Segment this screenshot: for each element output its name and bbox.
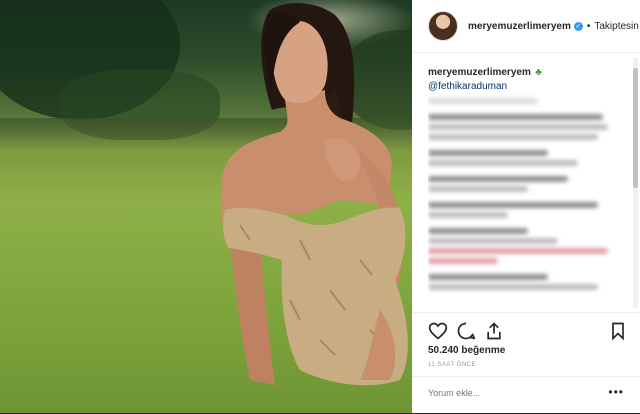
add-comment-bar: •••: [412, 376, 640, 414]
caption-username[interactable]: meryemuzerlimeryem: [428, 67, 531, 78]
comment-icon[interactable]: [456, 321, 476, 341]
woman-figure: [222, 3, 408, 386]
comments-list[interactable]: meryemuzerlimeryem ♣ @fethikaraduman: [428, 62, 626, 310]
username-link[interactable]: meryemuzerlimeryem: [468, 21, 571, 32]
separator-dot: •: [586, 20, 591, 32]
post-timestamp: 11 SAAT ÖNCE: [428, 362, 477, 368]
post-actions: [412, 312, 640, 347]
avatar[interactable]: [428, 11, 458, 41]
share-icon[interactable]: [484, 321, 504, 341]
caption: meryemuzerlimeryem ♣: [428, 62, 626, 80]
caption-mention[interactable]: @fethikaraduman: [428, 81, 626, 92]
post-header: meryemuzerlimeryem ✓ • Takiptesin: [412, 0, 640, 53]
post-side-panel: meryemuzerlimeryem ✓ • Takiptesin meryem…: [412, 0, 640, 413]
heart-icon[interactable]: [428, 321, 448, 341]
bookmark-icon[interactable]: [608, 321, 628, 341]
clover-emoji: ♣: [535, 67, 542, 78]
more-options-icon[interactable]: •••: [608, 385, 624, 399]
verified-badge-icon: ✓: [573, 21, 583, 31]
comments-scrollbar[interactable]: [633, 58, 638, 308]
like-count[interactable]: 50.240 beğenme: [428, 345, 505, 356]
comment-input[interactable]: [428, 388, 588, 398]
post-photo[interactable]: [0, 0, 412, 413]
follow-status-button[interactable]: Takiptesin: [594, 21, 638, 32]
blurred-comments: [428, 98, 626, 290]
